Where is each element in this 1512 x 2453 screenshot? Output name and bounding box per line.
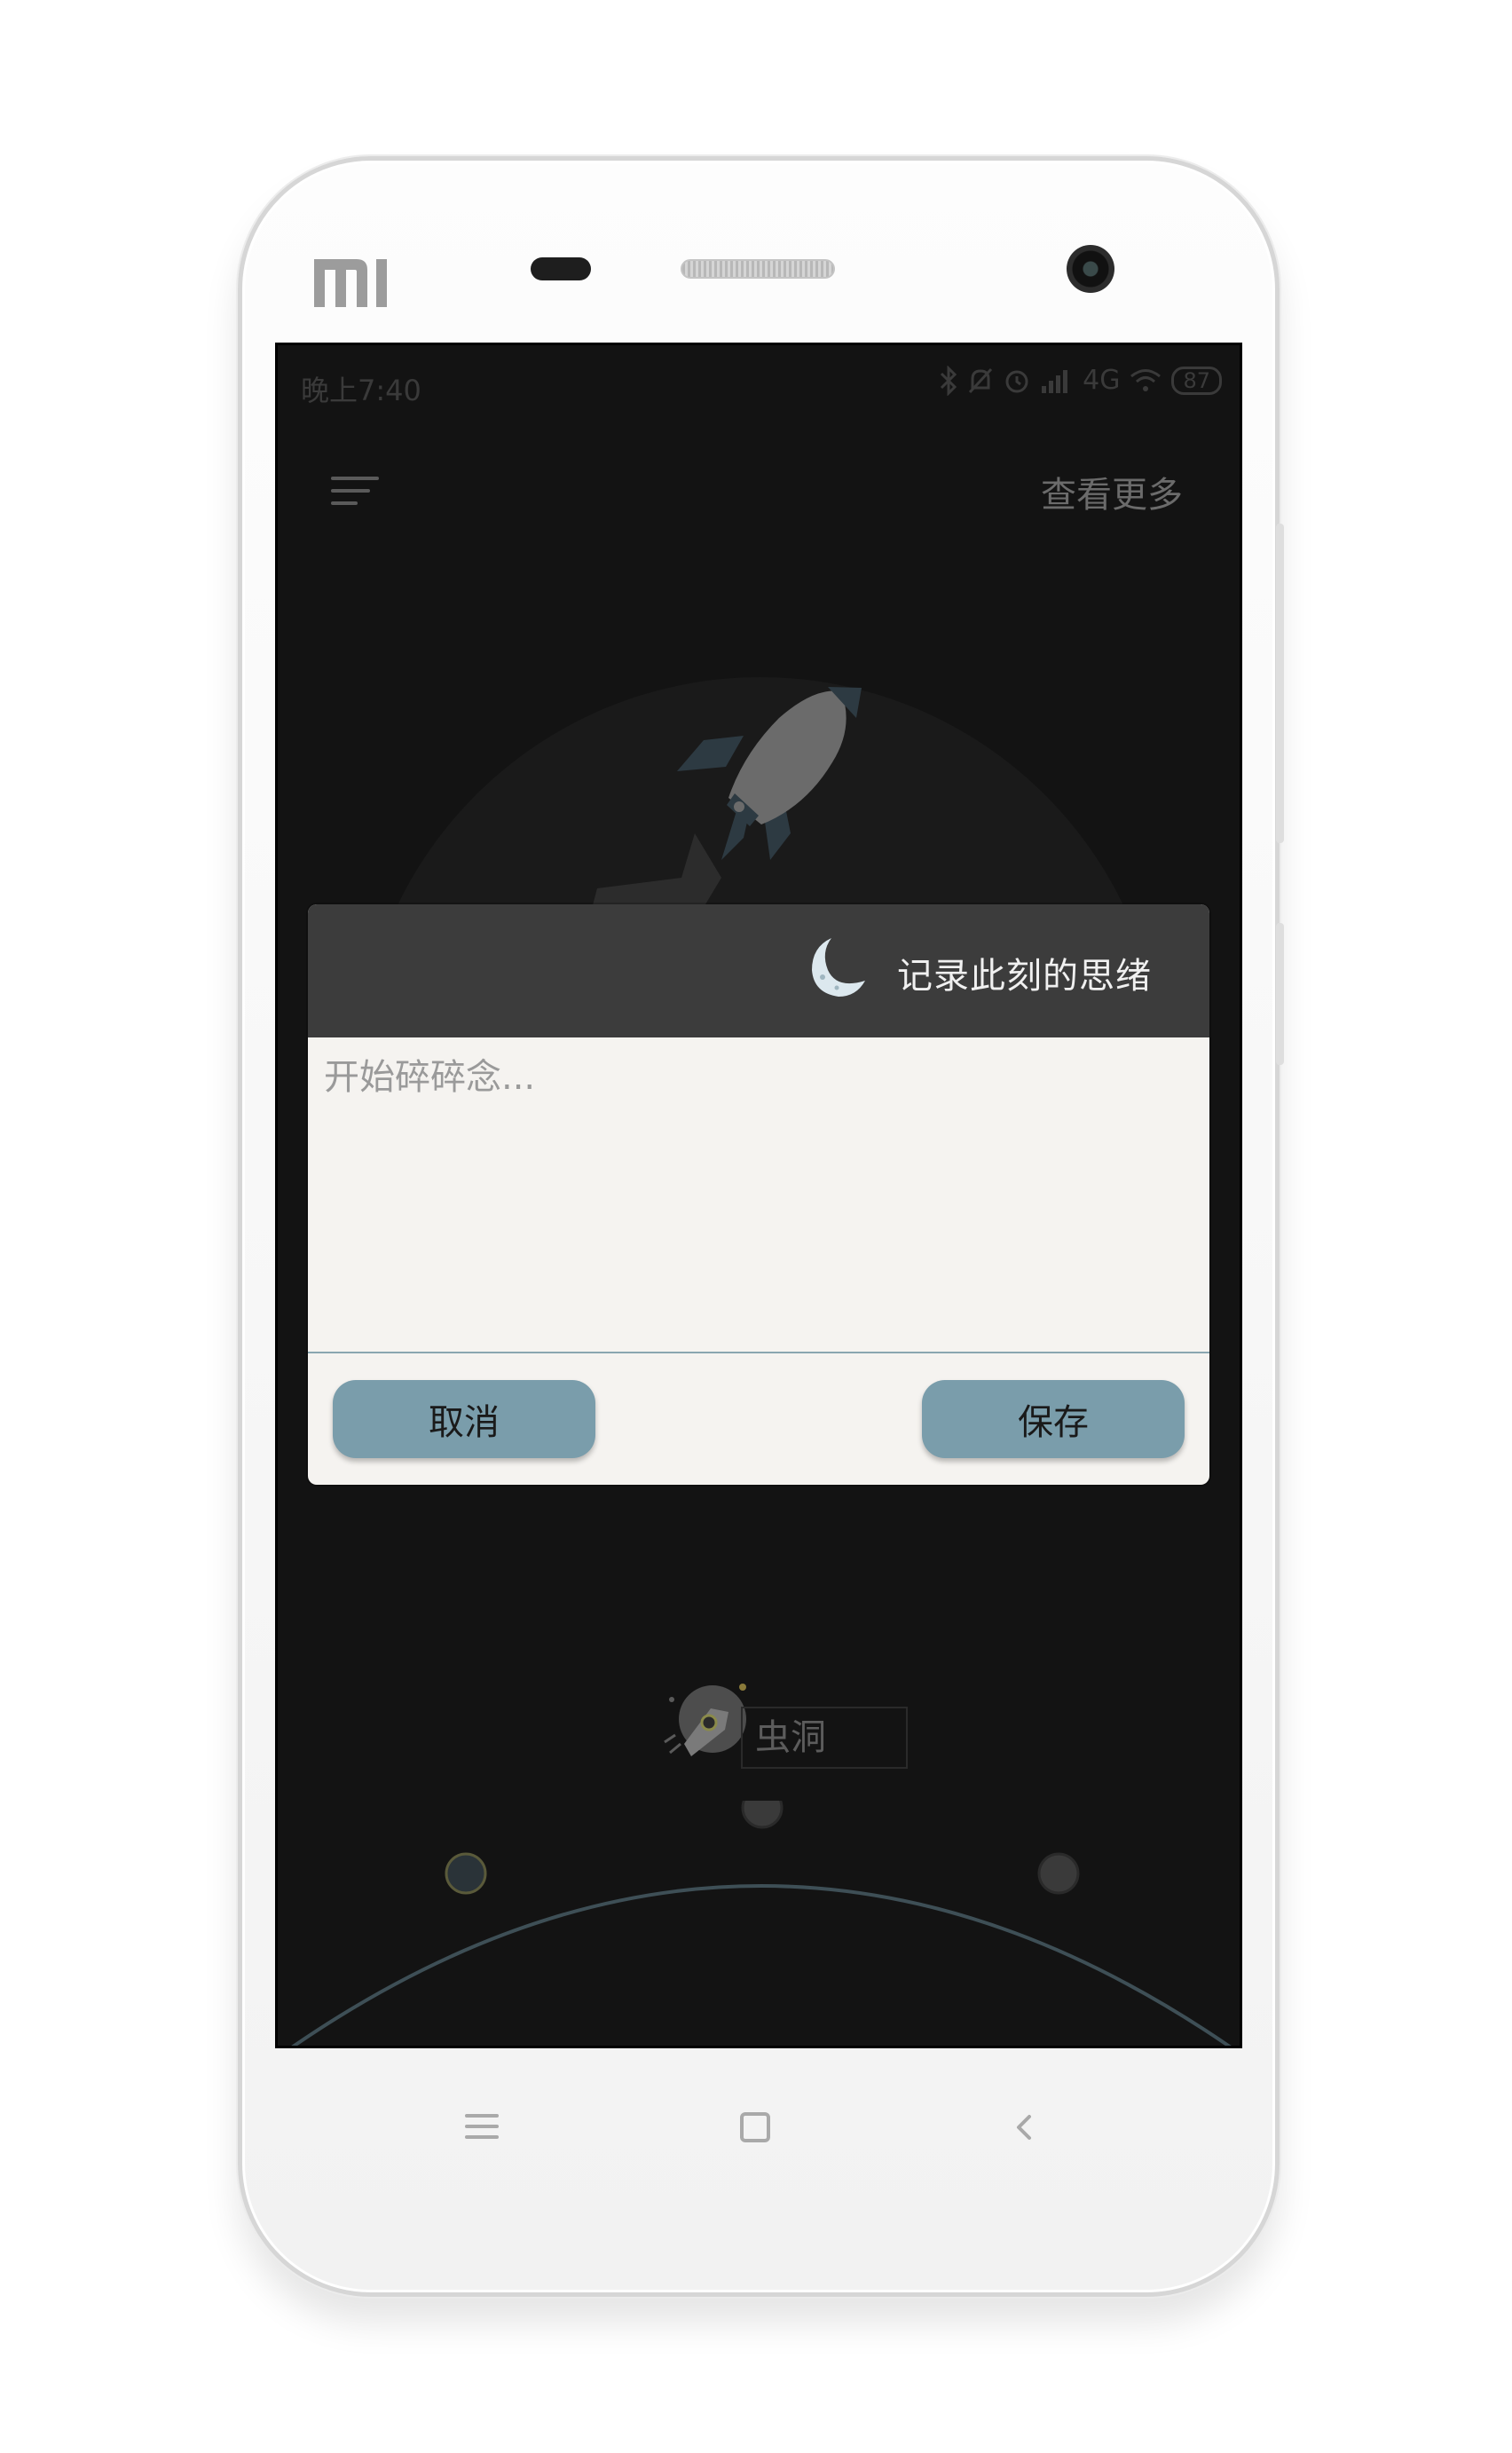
front-camera bbox=[1067, 245, 1114, 293]
status-icons: 4G 87 bbox=[939, 365, 1222, 396]
mute-icon bbox=[969, 367, 993, 393]
thought-dialog: 记录此刻的思绪 取消 保存 bbox=[308, 904, 1209, 1485]
bluetooth-icon bbox=[941, 365, 957, 396]
dialog-actions: 取消 保存 bbox=[308, 1353, 1209, 1485]
volume-button bbox=[1276, 524, 1284, 843]
save-button[interactable]: 保存 bbox=[922, 1380, 1185, 1458]
wifi-icon bbox=[1130, 368, 1162, 391]
dialog-header: 记录此刻的思绪 bbox=[308, 904, 1209, 1037]
network-type: 4G bbox=[1083, 365, 1121, 396]
menu-key-icon[interactable] bbox=[465, 2114, 499, 2141]
dialog-body bbox=[308, 1037, 1209, 1353]
thought-input[interactable] bbox=[324, 1048, 1193, 1341]
home-key-icon[interactable] bbox=[740, 2112, 770, 2142]
mi-logo bbox=[314, 259, 387, 307]
earpiece-speaker bbox=[681, 259, 835, 279]
wormhole-button[interactable]: 虫洞 bbox=[658, 1682, 910, 1771]
dialog-title: 记录此刻的思绪 bbox=[897, 956, 1152, 997]
cancel-button[interactable]: 取消 bbox=[333, 1380, 595, 1458]
app-screen: 晚上7:40 4G 87 查看更多 虫洞 记录此刻的思绪 开始碎碎念... 取消… bbox=[275, 343, 1242, 2048]
alarm-icon bbox=[1005, 370, 1028, 392]
signal-icon bbox=[1042, 369, 1068, 393]
battery-icon: 87 bbox=[1171, 366, 1222, 395]
drawer-menu-icon[interactable] bbox=[331, 477, 379, 509]
status-time: 晚上7:40 bbox=[301, 374, 421, 407]
orbit-arc bbox=[291, 1801, 1232, 2046]
wormhole-label: 虫洞 bbox=[741, 1707, 908, 1769]
orbit-node-right[interactable] bbox=[1037, 1852, 1080, 1895]
moon-icon bbox=[812, 938, 865, 997]
front-sensor bbox=[531, 257, 591, 280]
orbit-node-center[interactable] bbox=[741, 1801, 784, 1829]
power-button bbox=[1276, 923, 1284, 1065]
view-more-link[interactable]: 查看更多 bbox=[1041, 466, 1183, 517]
orbit-node-left[interactable] bbox=[445, 1852, 487, 1895]
back-key-icon[interactable] bbox=[1012, 2114, 1038, 2141]
